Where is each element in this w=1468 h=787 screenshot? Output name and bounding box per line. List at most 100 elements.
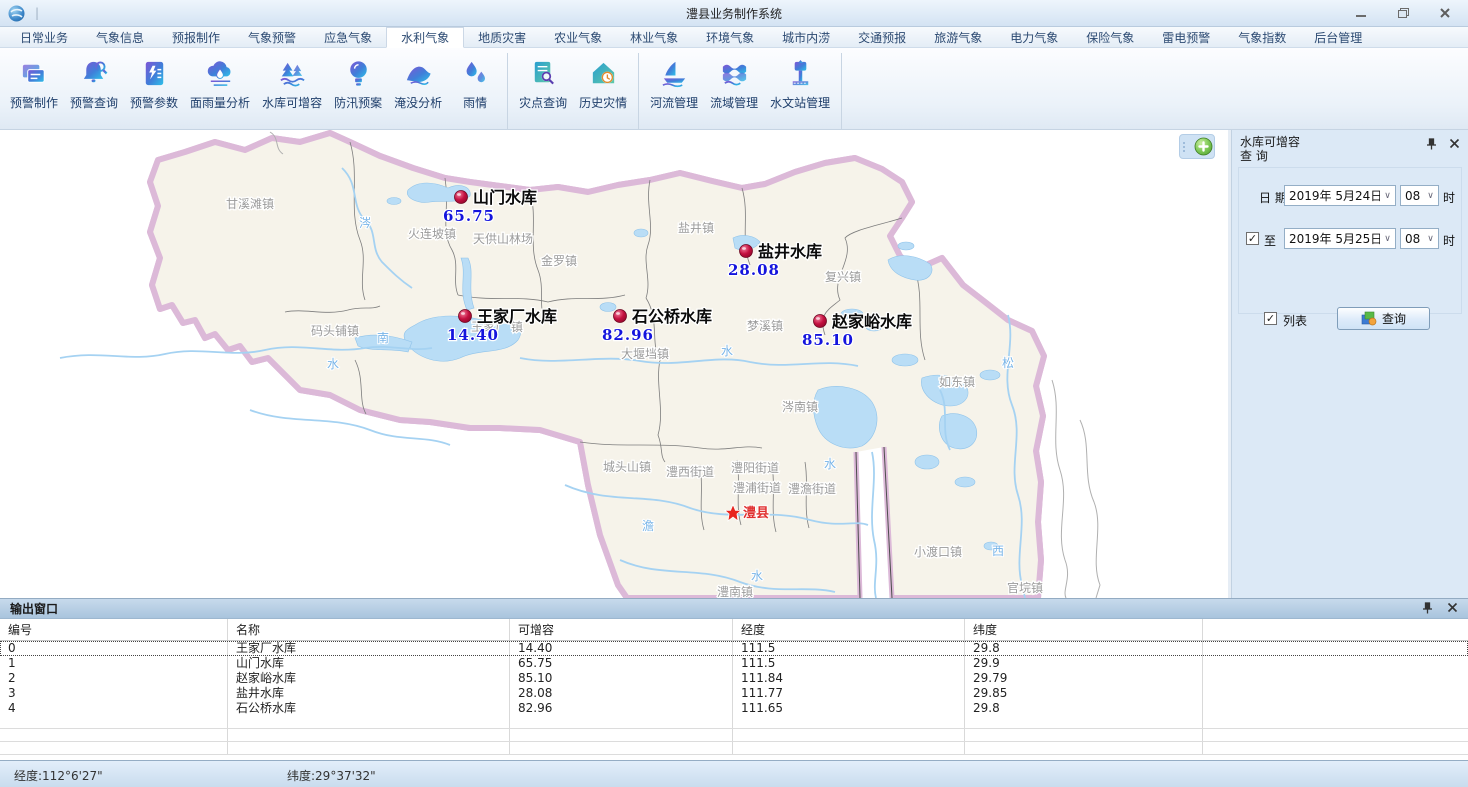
river-label: 涔 (359, 216, 371, 230)
toolbar-button-hydrostation-manage[interactable]: 水文站管理 (764, 53, 836, 113)
hour-from-combo[interactable]: 08 ∨ (1400, 185, 1439, 206)
table-cell (965, 742, 1203, 754)
close-panel-icon[interactable] (1449, 138, 1460, 153)
table-row-0[interactable]: 0王家厂水库14.40111.529.8 (0, 641, 1468, 656)
column-header-0[interactable]: 编号 (0, 619, 228, 640)
chevron-down-icon: ∨ (1423, 191, 1438, 201)
town-label: 澧西街道 (666, 465, 714, 479)
reservoir-marker[interactable] (459, 310, 472, 323)
town-label: 盐井镇 (678, 221, 714, 235)
town-label: 天供山林场 (473, 232, 533, 246)
date-to-combo[interactable]: 2019年 5月25日 ∨ (1284, 228, 1396, 249)
menu-item-7[interactable]: 地质灾害 (464, 27, 540, 47)
table-cell: 山门水库 (228, 656, 510, 671)
menu-item-17[interactable]: 气象指数 (1224, 27, 1300, 47)
table-empty-row (0, 742, 1468, 755)
reservoir-name-label: 盐井水库 (758, 242, 822, 261)
maximize-icon[interactable] (1396, 7, 1410, 20)
menu-item-13[interactable]: 旅游气象 (920, 27, 996, 47)
close-icon[interactable] (1438, 7, 1452, 20)
table-cell (1203, 742, 1468, 754)
hour-label-1: 时 (1443, 189, 1455, 206)
menu-item-3[interactable]: 预报制作 (158, 27, 234, 47)
reservoir-marker-group (459, 310, 472, 323)
toolbar-button-submerge-analysis[interactable]: 淹没分析 (388, 53, 448, 113)
reservoir-value-label: 14.40 (447, 326, 499, 344)
table-cell: 赵家峪水库 (228, 671, 510, 686)
query-form-group: 日 期 2019年 5月24日 ∨ 08 ∨ 时 ✓ 至 2019年 5月25日… (1238, 167, 1462, 314)
town-label: 码头铺镇 (311, 324, 359, 338)
menu-item-6[interactable]: 水利气象 (386, 27, 464, 48)
table-header-row: 编号名称可增容经度纬度 (0, 619, 1468, 641)
toolbar-button-reservoir-capacity[interactable]: 水库可增容 (256, 53, 328, 113)
table-cell (510, 729, 733, 741)
map-add-button[interactable] (1179, 134, 1215, 159)
toolbar-button-area-rainfall[interactable]: 面雨量分析 (184, 53, 256, 113)
reservoir-name-label: 山门水库 (473, 188, 537, 207)
menu-item-15[interactable]: 保险气象 (1072, 27, 1148, 47)
to-checkbox[interactable]: ✓ (1246, 232, 1259, 245)
minimize-icon[interactable] (1354, 7, 1368, 20)
toolbar-button-warning-search[interactable]: 预警查询 (64, 53, 124, 113)
menu-item-9[interactable]: 林业气象 (616, 27, 692, 47)
column-header-4[interactable]: 纬度 (965, 619, 1203, 640)
column-header-3[interactable]: 经度 (733, 619, 965, 640)
menu-item-1[interactable]: 日常业务 (6, 27, 82, 47)
river-manage-icon (659, 55, 690, 91)
toolbar-button-warning-params[interactable]: 预警参数 (124, 53, 184, 113)
table-cell: 盐井水库 (228, 686, 510, 701)
table-cell (733, 729, 965, 741)
column-header-1[interactable]: 名称 (228, 619, 510, 640)
town-label: 甘溪滩镇 (226, 197, 274, 211)
query-button[interactable]: 查询 (1337, 307, 1430, 330)
reservoir-marker[interactable] (455, 191, 468, 204)
hour-to-combo[interactable]: 08 ∨ (1400, 228, 1439, 249)
list-checkbox[interactable]: ✓ (1264, 312, 1277, 325)
menu-item-2[interactable]: 气象信息 (82, 27, 158, 47)
output-table: 编号名称可增容经度纬度 0王家厂水库14.40111.529.81山门水库65.… (0, 619, 1468, 755)
map-canvas[interactable]: 甘溪滩镇火连坡镇天供山林场金罗镇盐井镇复兴镇梦溪镇码头铺镇王家厂 镇大堰垱镇涔南… (0, 130, 1228, 598)
menu-item-12[interactable]: 交通预报 (844, 27, 920, 47)
toolbar-button-label: 雨情 (463, 94, 487, 111)
close-output-icon[interactable] (1447, 602, 1458, 617)
toolbar-button-disaster-history[interactable]: 历史灾情 (573, 53, 633, 113)
table-row-2[interactable]: 2赵家峪水库85.10111.8429.79 (0, 671, 1468, 686)
toolbar-button-disaster-point[interactable]: 灾点查询 (513, 53, 573, 113)
toolbar-button-rain-info[interactable]: 雨情 (448, 53, 502, 113)
reservoir-marker[interactable] (614, 310, 627, 323)
reservoir-query-panel: 水库可增容 查 询 日 期 2019年 5月24日 ∨ 08 (1231, 130, 1468, 598)
table-row-3[interactable]: 3盐井水库28.08111.7729.85 (0, 686, 1468, 701)
toolbar-button-label: 预警参数 (130, 94, 178, 111)
reservoir-value-label: 82.96 (602, 326, 654, 344)
toolbar-button-flood-plan[interactable]: 防汛预案 (328, 53, 388, 113)
flood-plan-icon (343, 55, 374, 91)
toolbar-button-warning-compose[interactable]: 预警制作 (4, 53, 64, 113)
marker-highlight (816, 317, 820, 320)
menu-item-8[interactable]: 农业气象 (540, 27, 616, 47)
menu-item-5[interactable]: 应急气象 (310, 27, 386, 47)
menu-item-16[interactable]: 雷电预警 (1148, 27, 1224, 47)
table-row-4[interactable]: 4石公桥水库82.96111.6529.8 (0, 701, 1468, 716)
menu-item-10[interactable]: 环境气象 (692, 27, 768, 47)
table-empty-row (0, 729, 1468, 742)
pin-icon[interactable] (1422, 602, 1433, 617)
town-label: 澧浦街道 (733, 481, 781, 495)
toolbar-button-river-manage[interactable]: 河流管理 (644, 53, 704, 113)
town-label: 如东镇 (939, 374, 975, 389)
menu-item-4[interactable]: 气象预警 (234, 27, 310, 47)
date-from-combo[interactable]: 2019年 5月24日 ∨ (1284, 185, 1396, 206)
menu-item-14[interactable]: 电力气象 (996, 27, 1072, 47)
reservoir-capacity-icon (277, 55, 308, 91)
table-row-1[interactable]: 1山门水库65.75111.529.9 (0, 656, 1468, 671)
reservoir-marker[interactable] (740, 245, 753, 258)
menu-item-11[interactable]: 城市内涝 (768, 27, 844, 47)
date-from-value: 2019年 5月24日 (1285, 187, 1380, 204)
toolbar-button-basin-manage[interactable]: 流域管理 (704, 53, 764, 113)
menu-item-18[interactable]: 后台管理 (1300, 27, 1376, 47)
marker-highlight (742, 247, 746, 250)
reservoir-marker[interactable] (814, 315, 827, 328)
pin-icon[interactable] (1426, 138, 1437, 153)
table-cell: 29.9 (965, 656, 1203, 671)
column-header-2[interactable]: 可增容 (510, 619, 733, 640)
toolbar-button-label: 淹没分析 (394, 94, 442, 111)
